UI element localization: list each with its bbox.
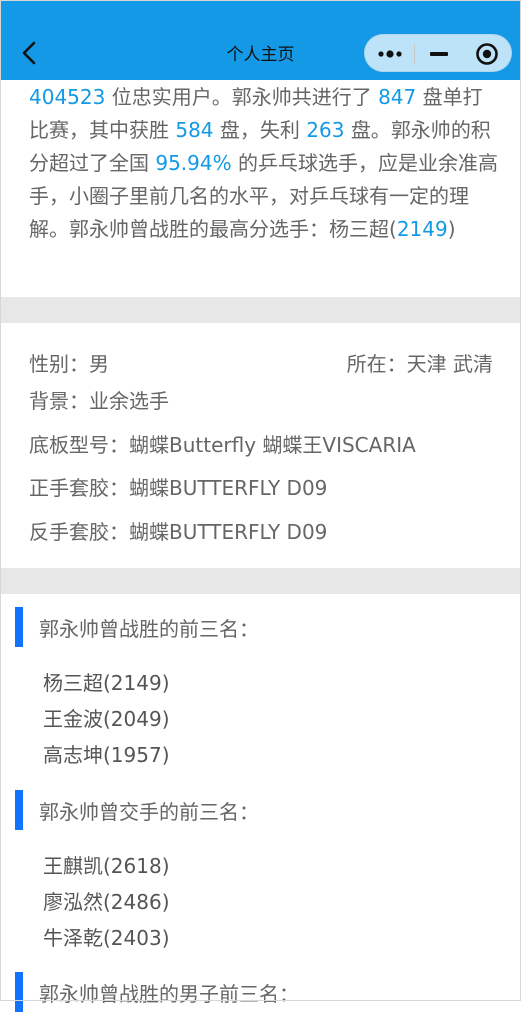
gender-field: 性别：男 — [29, 352, 109, 376]
target-close-icon — [476, 43, 498, 65]
list-item[interactable]: 高志坤(1957) — [43, 737, 170, 773]
nav-bar: 个人主页 — [0, 0, 521, 80]
list-item[interactable]: 牛泽乾(2403) — [43, 920, 170, 956]
player-name: 郭永帅 — [390, 118, 451, 142]
more-dots-icon — [377, 50, 402, 58]
mini-program-capsule — [364, 34, 512, 72]
player-name: 郭永帅 — [69, 217, 129, 241]
player-name: 郭永帅 — [231, 85, 292, 109]
section-accent-bar — [15, 972, 23, 1012]
section-title: 郭永帅曾战胜的男子前三名： — [39, 982, 299, 1006]
top-score: 2149 — [396, 217, 448, 241]
summary-text: 盘。 — [350, 118, 391, 142]
background-field: 背景：业余选手 — [29, 389, 169, 413]
list-item[interactable]: 杨三超(2149) — [43, 665, 170, 701]
percentile: 95.94% — [155, 151, 232, 175]
defeated-top3-list: 杨三超(2149) 王金波(2049) 高志坤(1957) — [43, 665, 170, 773]
summary-text: 曾战胜的最高分选手：杨三超( — [129, 217, 397, 241]
minimize-icon — [430, 52, 448, 56]
summary-text: 盘，失利 — [219, 118, 300, 142]
more-button[interactable] — [365, 35, 414, 73]
summary-text: 位忠实用户。 — [111, 85, 232, 109]
list-item[interactable]: 王金波(2049) — [43, 701, 170, 737]
user-count: 404523 — [29, 85, 106, 109]
list-item[interactable]: 廖泓然(2486) — [43, 884, 170, 920]
section-title: 郭永帅曾交手的前三名： — [39, 800, 259, 824]
section-accent-bar — [15, 790, 23, 830]
backhand-rubber-field: 反手套胶：蝴蝶BUTTERFLY D09 — [29, 520, 328, 544]
section-separator — [0, 568, 521, 594]
win-count: 584 — [175, 118, 214, 142]
match-count: 847 — [378, 85, 417, 109]
section-title: 郭永帅曾战胜的前三名： — [39, 617, 259, 641]
blade-field: 底板型号：蝴蝶Butterfly 蝴蝶王VISCARIA — [29, 433, 416, 457]
forehand-rubber-field: 正手套胶：蝴蝶BUTTERFLY D09 — [29, 476, 328, 500]
section-accent-bar — [15, 607, 23, 647]
location-field: 所在：天津 武清 — [346, 352, 493, 376]
opponents-top3-list: 王麒凯(2618) 廖泓然(2486) 牛泽乾(2403) — [43, 848, 170, 956]
section-separator — [0, 297, 521, 323]
summary-text: ) — [447, 217, 456, 241]
list-item[interactable]: 王麒凯(2618) — [43, 848, 170, 884]
close-button[interactable] — [463, 35, 511, 73]
player-summary: 404523 位忠实用户。郭永帅共进行了 847 盘单打比赛，其中获胜 584 … — [29, 81, 499, 246]
loss-count: 263 — [306, 118, 345, 142]
summary-text: 共进行了 — [291, 85, 372, 109]
minimize-button[interactable] — [415, 35, 463, 73]
